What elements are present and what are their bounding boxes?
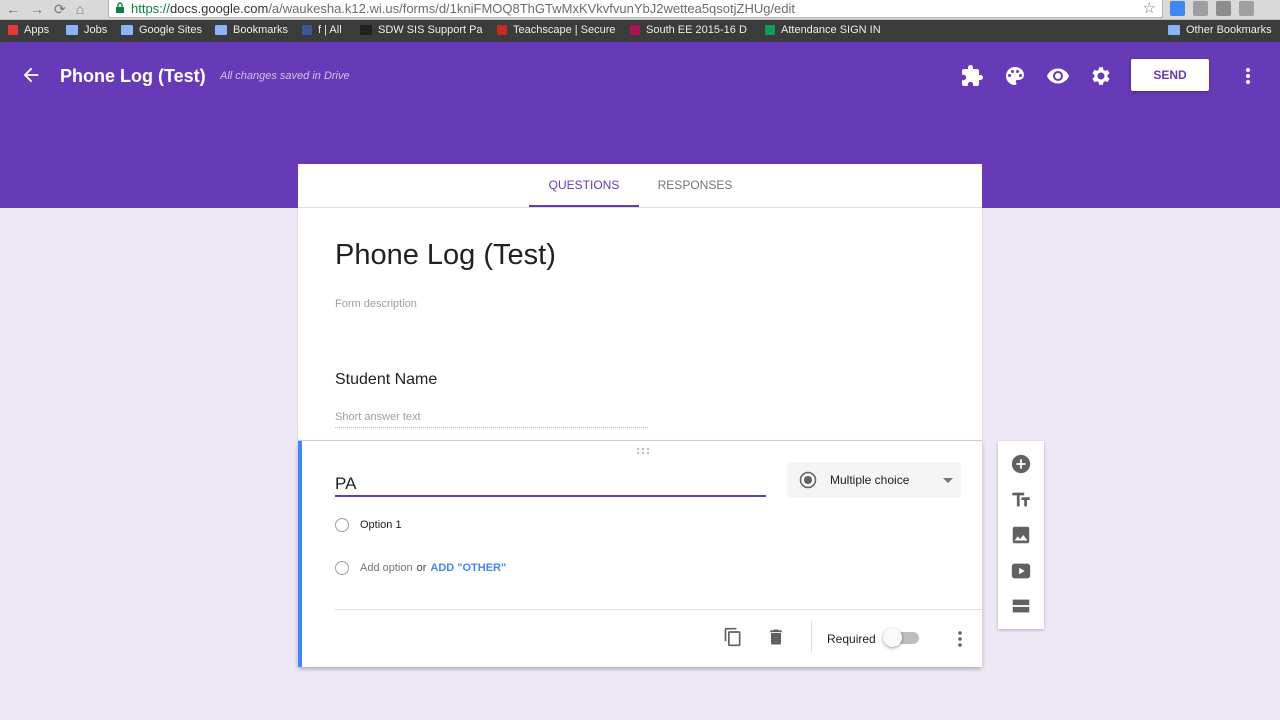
lock-icon [116,2,124,13]
drag-handle-icon[interactable] [635,447,651,455]
or-label: or [416,562,427,574]
delete-icon[interactable] [766,627,786,647]
chevron-down-icon [943,478,953,483]
bookmarks-bar: Apps Jobs Google Sites Bookmarks f | All… [0,20,1280,42]
folder-icon [215,25,227,35]
add-video-icon[interactable] [1010,560,1032,582]
question-type-dropdown[interactable]: Multiple choice [787,462,961,498]
save-status: All changes saved in Drive [220,70,350,82]
bookmark-google-sites[interactable]: Google Sites [121,24,202,36]
header-title[interactable]: Phone Log (Test) [60,66,206,87]
divider [335,609,982,610]
tab-questions[interactable]: QUESTIONS [529,164,639,207]
add-question-icon[interactable] [1010,453,1032,475]
site-icon [360,25,372,35]
more-vert-icon[interactable] [952,629,968,649]
extension-icon[interactable] [1216,1,1231,16]
add-section-icon[interactable] [1010,595,1032,617]
folder-icon [121,25,133,35]
option-row[interactable]: Option 1 [335,518,402,532]
folder-icon [1168,25,1180,35]
add-ons-icon[interactable] [960,64,984,88]
toggle-knob [883,628,902,647]
back-arrow-icon[interactable] [20,64,42,86]
question-title[interactable]: Student Name [335,371,437,389]
send-button[interactable]: SEND [1131,59,1209,91]
sheets-icon [765,25,775,35]
url-text: https://docs.google.com/a/waukesha.k12.w… [131,1,796,16]
form-description[interactable]: Form description [335,298,417,310]
form-title[interactable]: Phone Log (Test) [335,239,556,272]
required-label: Required [827,632,876,646]
address-bar[interactable]: https://docs.google.com/a/waukesha.k12.w… [108,0,1163,18]
browser-toolbar: ←→⟳⌂ https://docs.google.com/a/waukesha.… [0,0,1280,20]
extension-icon[interactable] [1193,1,1208,16]
add-image-icon[interactable] [1010,524,1032,546]
add-option-link[interactable]: Add option [360,562,413,574]
add-option-row: Add option or ADD "OTHER" [335,561,506,575]
bookmark-jobs[interactable]: Jobs [66,24,107,36]
question-type-label: Multiple choice [830,473,910,487]
divider [811,621,812,653]
bookmark-teachscape[interactable]: Teachscape | Secure [497,24,616,36]
facebook-icon [302,25,312,35]
add-other-link[interactable]: ADD "OTHER" [430,562,506,574]
radio-icon [335,561,349,575]
bookmark-attendance[interactable]: Attendance SIGN IN [765,24,881,36]
bookmark-star-icon[interactable]: ☆ [1143,0,1156,17]
radio-button-icon [799,471,817,489]
more-vert-icon[interactable] [1238,64,1258,88]
bookmark-other[interactable]: Other Bookmarks [1168,24,1272,36]
bookmark-f-all[interactable]: f | All [302,24,342,36]
question-toolbar [998,441,1044,629]
form-body: Phone Log (Test) Form description Studen… [298,208,982,440]
question-title-input[interactable] [335,472,766,497]
extension-icon[interactable] [1239,1,1254,16]
extension-icon[interactable] [1170,1,1185,16]
option-label[interactable]: Option 1 [360,519,402,531]
settings-gear-icon[interactable] [1089,64,1113,88]
preview-eye-icon[interactable] [1046,64,1070,88]
browser-nav-icons[interactable]: ←→⟳⌂ [6,1,94,18]
palette-icon[interactable] [1003,64,1027,88]
form-tabs: QUESTIONS RESPONSES [298,164,982,208]
site-icon [630,25,640,35]
folder-icon [66,25,78,35]
short-answer-placeholder: Short answer text [335,411,648,428]
extension-icons [1170,1,1254,16]
required-toggle[interactable] [883,628,919,647]
bookmark-south-ee[interactable]: South EE 2015-16 D [630,24,747,36]
apps-grid-icon [8,25,18,35]
site-icon [497,25,507,35]
bookmark-apps[interactable]: Apps [8,24,49,36]
bookmark-sdw-sis[interactable]: SDW SIS Support Pa [360,24,483,36]
radio-icon [335,518,349,532]
duplicate-icon[interactable] [723,627,743,647]
active-question-card[interactable]: Multiple choice Option 1 Add option or A… [298,441,982,667]
bookmark-bookmarks[interactable]: Bookmarks [215,24,288,36]
add-title-icon[interactable] [1010,489,1032,511]
tab-responses[interactable]: RESPONSES [640,164,750,207]
